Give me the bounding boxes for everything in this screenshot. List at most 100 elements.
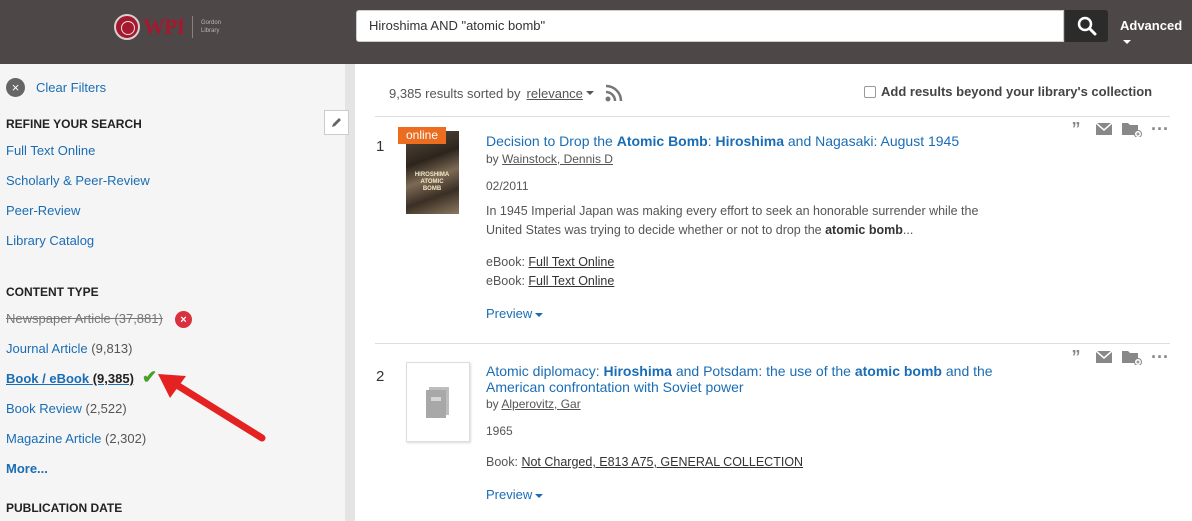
- title-highlight: atomic bomb: [854, 363, 942, 379]
- rss-icon[interactable]: [604, 83, 624, 103]
- email-icon[interactable]: [1090, 349, 1118, 365]
- title-text: and Nagasaki: August 1945: [783, 133, 960, 149]
- result-date: 02/2011: [486, 179, 529, 193]
- result-actions: ” ···: [1062, 348, 1174, 366]
- search-button[interactable]: [1065, 10, 1108, 42]
- full-text-link[interactable]: Full Text Online: [528, 255, 614, 269]
- holding-label: eBook:: [486, 255, 525, 269]
- facet-label: Book / eBook: [6, 371, 90, 386]
- title-highlight: Atomic Bomb: [616, 133, 708, 149]
- beyond-collection-label: Add results beyond your library's collec…: [881, 84, 1153, 99]
- facet-library-catalog[interactable]: Library Catalog: [6, 233, 94, 248]
- result-number: 2: [376, 368, 385, 385]
- call-number-link[interactable]: Not Charged, E813 A75, GENERAL COLLECTIO…: [521, 455, 803, 469]
- facet-label: Magazine Article: [6, 431, 102, 446]
- result-author: by Alperovitz, Gar: [486, 397, 581, 411]
- preview-label: Preview: [486, 487, 533, 502]
- author-prefix: by: [486, 397, 502, 411]
- holding-line: eBook: Full Text Online: [486, 274, 614, 288]
- clear-filters-button[interactable]: × Clear Filters: [6, 78, 106, 97]
- chevron-down-icon: [1123, 39, 1131, 44]
- refine-heading: REFINE YOUR SEARCH: [6, 117, 142, 131]
- results-divider: [375, 116, 1170, 117]
- facet-journal-article[interactable]: Journal Article (9,813): [6, 341, 132, 356]
- facet-book-review[interactable]: Book Review (2,522): [6, 401, 127, 416]
- publication-date-heading: PUBLICATION DATE: [6, 501, 123, 515]
- results-divider: [375, 343, 1170, 344]
- edit-filters-button[interactable]: [324, 110, 349, 135]
- result-title[interactable]: Decision to Drop the Atomic Bomb: Hirosh…: [486, 133, 996, 149]
- logo-subtitle: Gordon Library: [201, 19, 221, 35]
- author-link[interactable]: Wainstock, Dennis D: [502, 152, 613, 166]
- wpi-seal-icon: [114, 14, 140, 40]
- facet-count: (37,881): [114, 311, 163, 326]
- logo-subtitle-line: Gordon: [201, 20, 222, 26]
- book-cover-art: HIROSHIMA ATOMIC BOMB: [414, 172, 450, 192]
- preview-toggle[interactable]: Preview: [486, 487, 544, 502]
- more-content-types-link[interactable]: More...: [6, 461, 48, 476]
- advanced-label: Advanced: [1120, 18, 1183, 33]
- results-summary: 9,385 results sorted by relevance: [389, 83, 624, 103]
- beyond-collection-toggle[interactable]: Add results beyond your library's collec…: [864, 84, 1152, 99]
- email-icon[interactable]: [1090, 121, 1118, 137]
- facet-book-ebook[interactable]: Book / eBook (9,385): [6, 371, 134, 386]
- remove-exclusion-icon[interactable]: ×: [175, 311, 192, 328]
- chevron-down-icon: [535, 312, 544, 317]
- content-type-heading: CONTENT TYPE: [6, 285, 99, 299]
- result-abstract: In 1945 Imperial Japan was making every …: [486, 202, 986, 240]
- logo-divider: [192, 16, 193, 38]
- title-highlight: Hiroshima: [715, 133, 784, 149]
- pencil-icon: [332, 118, 341, 127]
- preview-toggle[interactable]: Preview: [486, 306, 544, 321]
- chevron-down-icon: [585, 91, 594, 95]
- title-text: and Potsdam: the use of the: [671, 363, 855, 379]
- facet-peer-review[interactable]: Peer-Review: [6, 203, 80, 218]
- result-actions: ” ···: [1062, 120, 1174, 138]
- sort-value: relevance: [526, 85, 583, 101]
- chevron-down-icon: [535, 493, 544, 498]
- results-count: 9,385 results sorted by: [389, 85, 521, 101]
- title-text: Decision to Drop the: [486, 133, 617, 149]
- result-date: 1965: [486, 424, 513, 438]
- full-text-link[interactable]: Full Text Online: [528, 274, 614, 288]
- abstract-highlight: atomic bomb: [825, 223, 903, 237]
- facet-scholarly-peer-review[interactable]: Scholarly & Peer-Review: [6, 173, 150, 188]
- folder-add-icon[interactable]: [1118, 349, 1146, 365]
- facet-count: (2,522): [85, 401, 127, 416]
- facet-label: Journal Article: [6, 341, 88, 356]
- book-placeholder-thumbnail[interactable]: [406, 362, 470, 442]
- author-prefix: by: [486, 152, 503, 166]
- sort-dropdown[interactable]: relevance: [527, 86, 583, 101]
- facet-newspaper-article[interactable]: Newspaper Article (37,881): [6, 311, 163, 326]
- result-title[interactable]: Atomic diplomacy: Hiroshima and Potsdam:…: [486, 363, 996, 395]
- more-icon[interactable]: ···: [1146, 120, 1174, 138]
- more-icon[interactable]: ···: [1146, 348, 1174, 366]
- holding-line: eBook: Full Text Online: [486, 255, 614, 269]
- title-highlight: Hiroshima: [603, 363, 672, 379]
- beyond-collection-checkbox[interactable]: [864, 85, 876, 98]
- library-logo[interactable]: WPI Gordon Library: [114, 12, 221, 42]
- book-icon: [426, 387, 449, 418]
- result-number: 1: [376, 138, 385, 155]
- logo-subtitle-line: Library: [201, 28, 220, 34]
- annotation-arrow-icon: [158, 374, 266, 442]
- advanced-search-link[interactable]: Advanced: [1120, 18, 1192, 48]
- facet-label: Book Review: [6, 401, 82, 416]
- result-author: by Wainstock, Dennis D: [486, 152, 613, 166]
- holding-label: Book:: [486, 455, 518, 469]
- quote-icon[interactable]: ”: [1062, 120, 1090, 138]
- facet-magazine-article[interactable]: Magazine Article (2,302): [6, 431, 146, 446]
- search-input[interactable]: Hiroshima AND "atomic bomb": [356, 10, 1064, 42]
- facet-count: (9,385): [92, 371, 134, 386]
- author-link[interactable]: Alperovitz, Gar: [501, 397, 580, 411]
- facet-label: Newspaper Article: [6, 311, 111, 326]
- clear-filters-label: Clear Filters: [36, 80, 107, 95]
- facet-count: (2,302): [105, 431, 147, 446]
- folder-add-icon[interactable]: [1118, 121, 1146, 137]
- online-badge: online: [398, 127, 446, 144]
- holding-label: eBook:: [486, 274, 525, 288]
- facet-full-text-online[interactable]: Full Text Online: [6, 143, 95, 158]
- close-icon: ×: [6, 78, 25, 97]
- abstract-text: ...: [902, 223, 914, 237]
- quote-icon[interactable]: ”: [1062, 348, 1090, 366]
